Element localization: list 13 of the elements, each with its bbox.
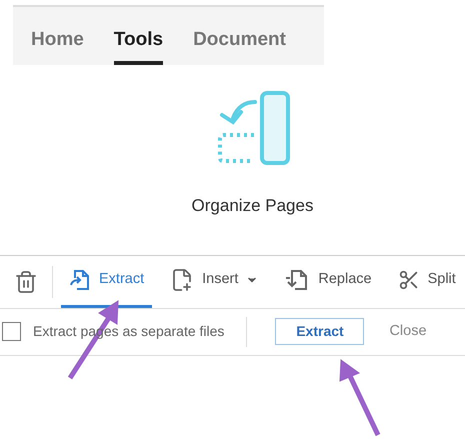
tab[interactable]: Home (31, 17, 84, 65)
extract-button[interactable]: Extract (275, 318, 364, 345)
tab[interactable]: Document (193, 17, 286, 65)
close-button[interactable]: Close (389, 320, 427, 342)
scissors-icon (398, 269, 420, 291)
tab[interactable]: Tools (114, 17, 164, 65)
insert-tool-button[interactable]: Insert (162, 256, 266, 308)
tool-label: Organize Pages (192, 195, 314, 217)
split-tool-button[interactable]: Split (390, 256, 464, 308)
replace-tool-button[interactable]: Replace (276, 256, 380, 308)
extract-page-icon (69, 269, 91, 291)
checkbox[interactable] (2, 322, 21, 341)
trash-icon (14, 270, 38, 294)
